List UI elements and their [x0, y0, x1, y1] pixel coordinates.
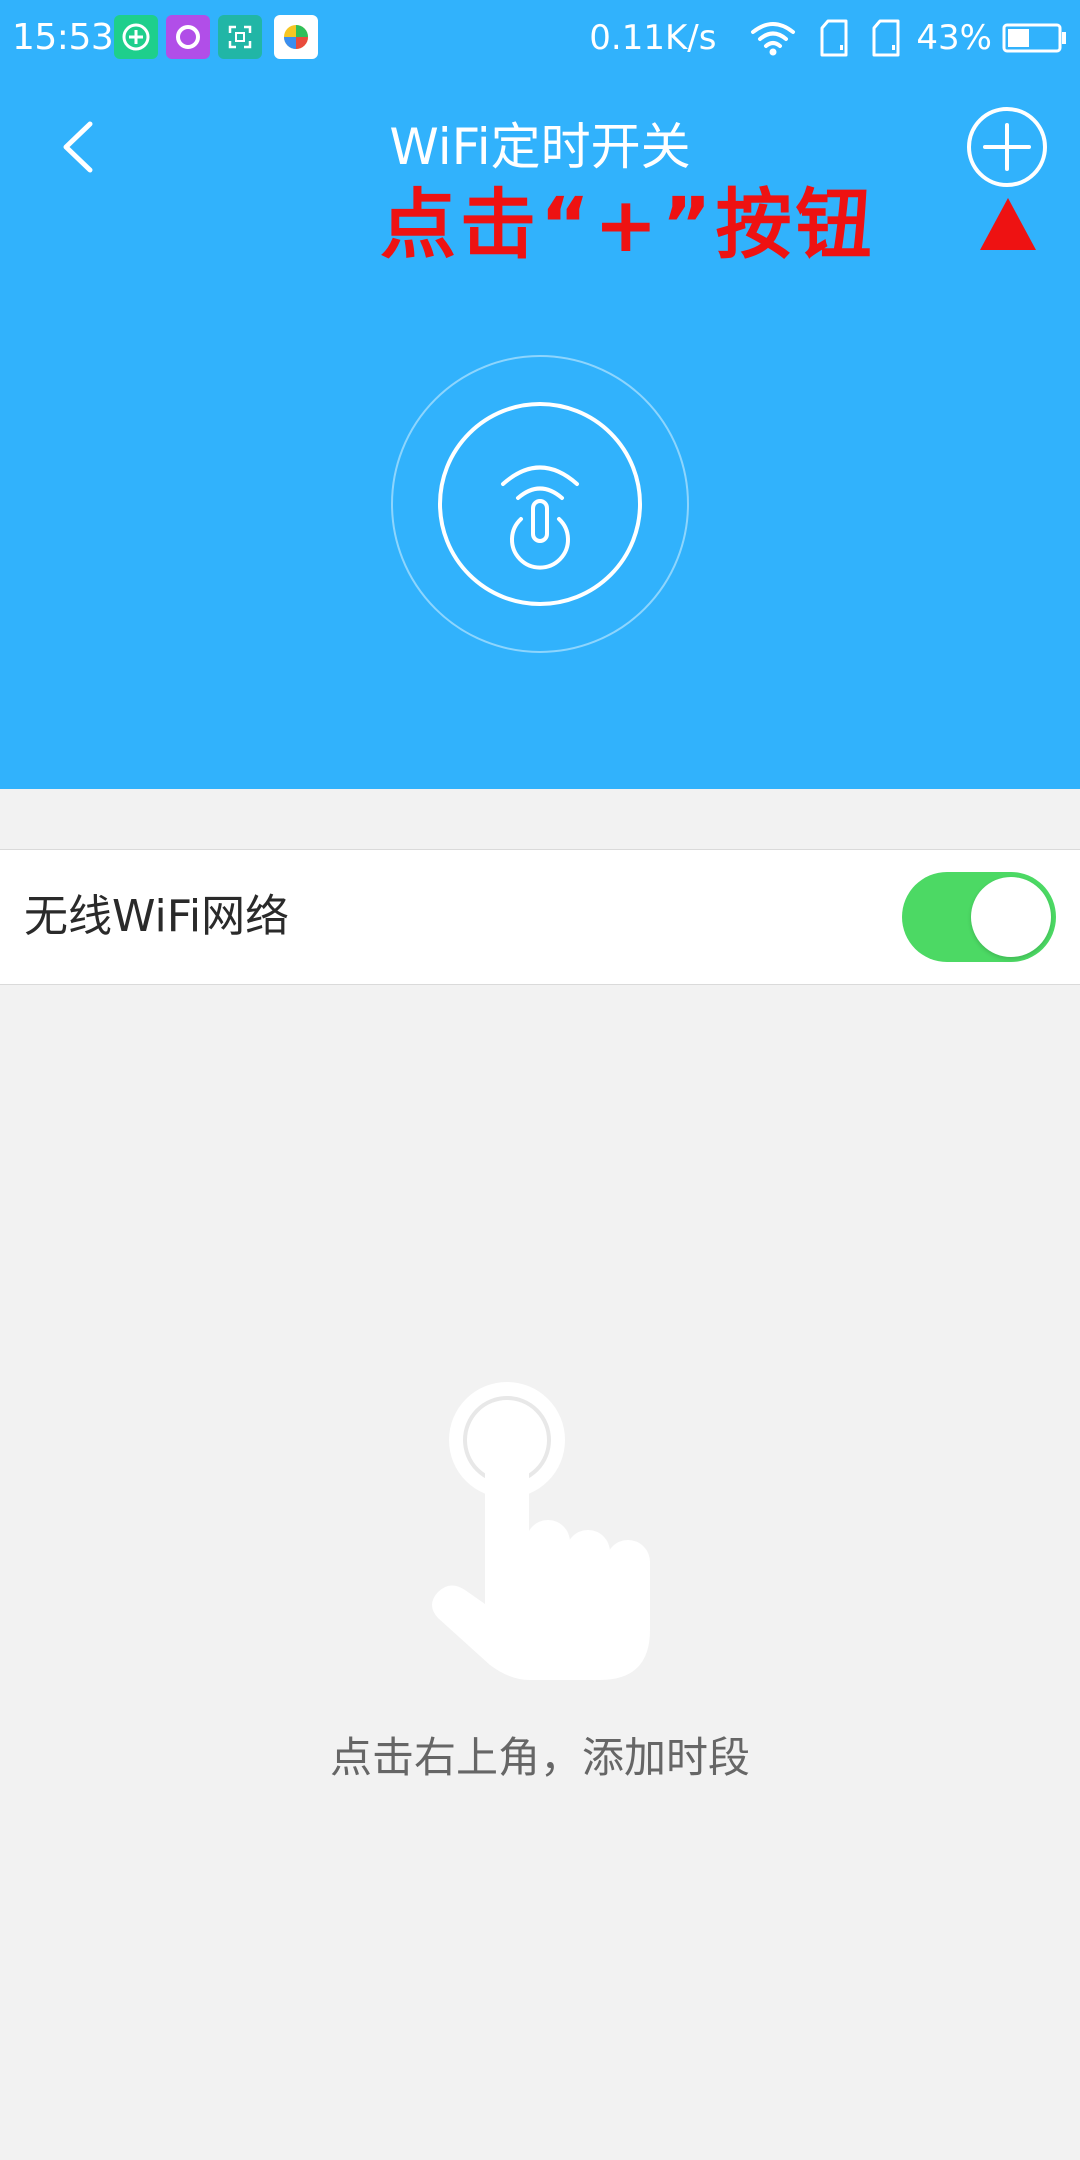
empty-state-message: 点击右上角，添加时段	[329, 1733, 750, 1782]
sim-card-2-icon	[870, 18, 902, 58]
annotation-arrow-icon	[978, 196, 1038, 252]
wifi-network-row: 无线WiFi网络	[0, 849, 1080, 985]
add-button[interactable]	[965, 105, 1049, 189]
add-circle-app-icon	[114, 15, 158, 59]
wifi-toggle[interactable]	[902, 872, 1056, 962]
battery-percent: 43%	[916, 18, 992, 58]
status-indicators: 0.11K/s 43%	[589, 16, 1068, 60]
tap-hand-icon	[430, 1380, 660, 1685]
status-bar: 15:53 0.11K/s 43%	[0, 0, 1080, 76]
wifi-signal-icon	[750, 20, 796, 56]
wifi-power-icon	[391, 355, 689, 653]
back-button[interactable]	[52, 112, 108, 182]
back-arrow-icon	[63, 121, 93, 173]
wifi-power-emblem	[389, 353, 691, 655]
scan-app-icon	[218, 15, 262, 59]
toggle-knob	[971, 877, 1051, 957]
status-time: 15:53	[12, 17, 114, 58]
wifi-network-label: 无线WiFi网络	[24, 891, 290, 942]
plus-circle-icon	[967, 107, 1047, 187]
network-speed: 0.11K/s	[589, 18, 717, 58]
circle-app-icon	[166, 15, 210, 59]
sim-card-1-icon	[818, 18, 850, 58]
battery-icon	[1002, 23, 1068, 53]
annotation-text: 点击“+”按钮	[380, 180, 876, 269]
page-title: WiFi定时开关	[389, 118, 691, 176]
colorful-app-icon	[274, 15, 318, 59]
